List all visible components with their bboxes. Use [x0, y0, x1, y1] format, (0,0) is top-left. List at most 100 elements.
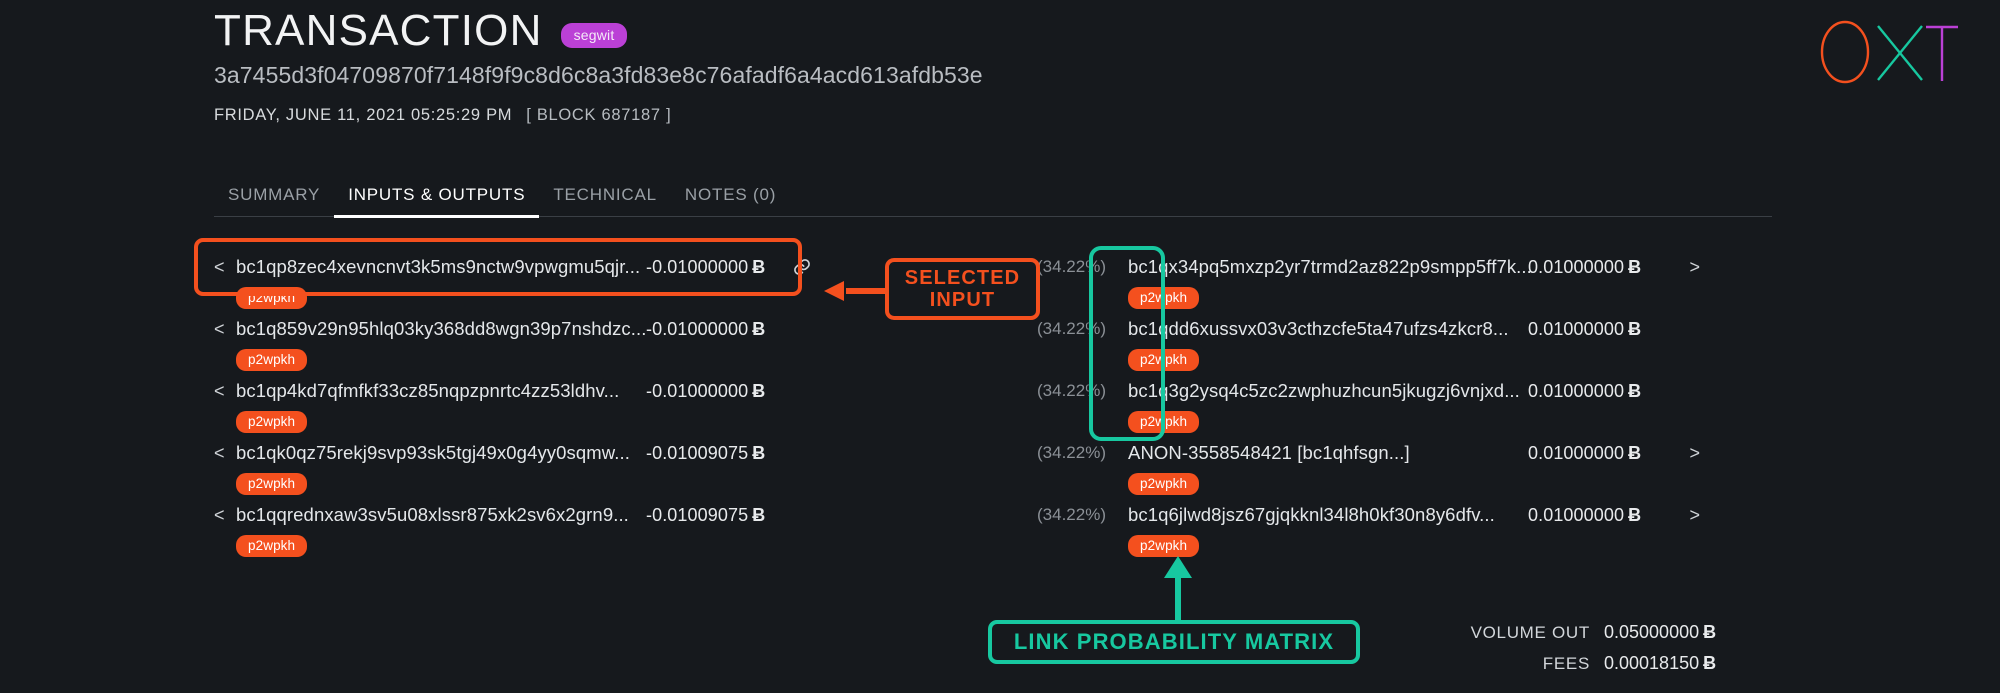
script-type-tag[interactable]: p2wpkh — [236, 473, 307, 495]
table-row[interactable]: < bc1qqrednxaw3sv5u08xlssr875xk2sv6x2grn… — [214, 498, 904, 560]
script-type-tag[interactable]: p2wpkh — [1128, 473, 1199, 495]
tab-summary[interactable]: SUMMARY — [214, 185, 334, 216]
totals-section: VOLUME OUT 0.05000000Ƀ FEES 0.00018150Ƀ — [1471, 622, 1772, 684]
table-row[interactable]: (34.22%) bc1qx34pq5mxzp2yr7trmd2az822p9s… — [1032, 250, 1772, 312]
input-tag-wrap: p2wpkh — [236, 532, 904, 557]
input-amount: -0.01009075Ƀ — [646, 443, 774, 464]
output-address[interactable]: bc1qdd6xussvx03v3cthzcfe5ta47ufzs4zkcr8.… — [1128, 318, 1528, 340]
transaction-page: TRANSACTION segwit 3a7455d3f04709870f714… — [0, 0, 2000, 693]
btc-symbol-icon: Ƀ — [1628, 381, 1641, 401]
script-type-tag[interactable]: p2wpkh — [236, 287, 307, 309]
input-expand-chevron[interactable]: < — [214, 257, 236, 278]
page-title: TRANSACTION — [214, 8, 543, 54]
tab-notes-label: NOTES (0) — [685, 185, 776, 204]
link-probability: (34.22%) — [1032, 319, 1106, 339]
output-address[interactable]: bc1q6jlwd8jsz67gjqkknl34l8h0kf30n8y6dfv.… — [1128, 504, 1528, 526]
script-type-tag[interactable]: p2wpkh — [1128, 535, 1199, 557]
link-probability-matrix-arrow-icon — [1158, 556, 1198, 622]
output-amount-value: 0.01000000 — [1528, 381, 1624, 401]
input-amount-value: -0.01000000 — [646, 381, 748, 401]
input-expand-chevron[interactable]: < — [214, 443, 236, 464]
link-probability: (34.22%) — [1032, 257, 1106, 277]
volume-out-amount: 0.05000000 — [1604, 622, 1699, 642]
volume-out-row: VOLUME OUT 0.05000000Ƀ — [1471, 622, 1772, 643]
output-expand-chevron[interactable]: > — [1678, 257, 1700, 278]
output-amount-value: 0.01000000 — [1528, 319, 1624, 339]
callout-line-1: SELECTED — [905, 267, 1020, 289]
btc-symbol-icon: Ƀ — [752, 319, 765, 339]
tab-technical[interactable]: TECHNICAL — [539, 185, 671, 216]
oxt-logo[interactable] — [1818, 18, 1958, 91]
output-tag-wrap: p2wpkh — [1128, 346, 1772, 371]
outputs-column: (34.22%) bc1qx34pq5mxzp2yr7trmd2az822p9s… — [1032, 250, 1772, 560]
output-tag-wrap: p2wpkh — [1128, 470, 1772, 495]
script-type-tag[interactable]: p2wpkh — [1128, 287, 1199, 309]
input-row-main: < bc1qp4kd7qfmfkf33cz85nqpzpnrtc4zz53ldh… — [214, 374, 904, 408]
volume-out-label: VOLUME OUT — [1471, 623, 1590, 643]
tab-bar: SUMMARY INPUTS & OUTPUTS TECHNICAL NOTES… — [214, 185, 1772, 217]
input-address[interactable]: bc1qp4kd7qfmfkf33cz85nqpzpnrtc4zz53ldhv.… — [236, 380, 646, 402]
output-amount-value: 0.01000000 — [1528, 443, 1624, 463]
output-address[interactable]: ANON-3558548421 [bc1qhfsgn...] — [1128, 442, 1528, 464]
output-tag-wrap: p2wpkh — [1128, 408, 1772, 433]
input-address[interactable]: bc1q859v29n95hlq03ky368dd8wgn39p7nshdzc.… — [236, 318, 646, 340]
table-row[interactable]: (34.22%) ANON-3558548421 [bc1qhfsgn...] … — [1032, 436, 1772, 498]
input-row-main: < bc1q859v29n95hlq03ky368dd8wgn39p7nshdz… — [214, 312, 904, 346]
block-height[interactable]: [ BLOCK 687187 ] — [526, 106, 671, 124]
output-amount: 0.01000000Ƀ — [1528, 257, 1678, 278]
input-expand-chevron[interactable]: < — [214, 319, 236, 340]
transaction-id[interactable]: 3a7455d3f04709870f7148f9f9c8d6c8a3fd83e8… — [214, 62, 983, 89]
input-amount-value: -0.01000000 — [646, 257, 748, 277]
tab-notes[interactable]: NOTES (0) — [671, 185, 790, 216]
output-amount-value: 0.01000000 — [1528, 257, 1624, 277]
output-address[interactable]: bc1q3g2ysq4c5zc2zwphuzhcun5jkugzj6vnjxd.… — [1128, 380, 1528, 402]
output-address[interactable]: bc1qx34pq5mxzp2yr7trmd2az822p9smpp5ff7k.… — [1128, 256, 1528, 278]
table-row[interactable]: < bc1qk0qz75rekj9svp93sk5tgj49x0g4yy0sqm… — [214, 436, 904, 498]
input-amount: -0.01000000Ƀ — [646, 319, 774, 340]
volume-out-value: 0.05000000Ƀ — [1604, 622, 1772, 643]
tab-inputs-outputs-label: INPUTS & OUTPUTS — [348, 185, 525, 204]
output-amount: 0.01000000Ƀ — [1528, 319, 1678, 340]
inputs-column: < bc1qp8zec4xevncnvt3k5ms9nctw9vpwgmu5qj… — [214, 250, 904, 560]
table-row[interactable]: < bc1qp4kd7qfmfkf33cz85nqpzpnrtc4zz53ldh… — [214, 374, 904, 436]
table-row[interactable]: < bc1q859v29n95hlq03ky368dd8wgn39p7nshdz… — [214, 312, 904, 374]
input-tag-wrap: p2wpkh — [236, 284, 904, 309]
script-type-tag[interactable]: p2wpkh — [1128, 411, 1199, 433]
input-amount: -0.01000000Ƀ — [646, 257, 774, 278]
input-tag-wrap: p2wpkh — [236, 470, 904, 495]
chain-link-icon[interactable] — [792, 257, 812, 277]
script-type-tag[interactable]: p2wpkh — [1128, 349, 1199, 371]
input-amount-value: -0.01009075 — [646, 443, 748, 463]
input-address[interactable]: bc1qp8zec4xevncnvt3k5ms9nctw9vpwgmu5qjr.… — [236, 256, 646, 278]
btc-symbol-icon: Ƀ — [752, 257, 765, 277]
input-row-main: < bc1qqrednxaw3sv5u08xlssr875xk2sv6x2grn… — [214, 498, 904, 532]
input-amount-value: -0.01000000 — [646, 319, 748, 339]
output-amount: 0.01000000Ƀ — [1528, 443, 1678, 464]
input-address[interactable]: bc1qk0qz75rekj9svp93sk5tgj49x0g4yy0sqmw.… — [236, 442, 646, 464]
script-type-tag[interactable]: p2wpkh — [236, 411, 307, 433]
output-row-main: (34.22%) bc1qdd6xussvx03v3cthzcfe5ta47uf… — [1032, 312, 1772, 346]
table-row[interactable]: (34.22%) bc1qdd6xussvx03v3cthzcfe5ta47uf… — [1032, 312, 1772, 374]
table-row[interactable]: < bc1qp8zec4xevncnvt3k5ms9nctw9vpwgmu5qj… — [214, 250, 904, 312]
input-row-main: < bc1qk0qz75rekj9svp93sk5tgj49x0g4yy0sqm… — [214, 436, 904, 470]
output-expand-chevron[interactable]: > — [1678, 505, 1700, 526]
script-type-tag[interactable]: p2wpkh — [236, 349, 307, 371]
tab-summary-label: SUMMARY — [228, 185, 320, 204]
input-address[interactable]: bc1qqrednxaw3sv5u08xlssr875xk2sv6x2grn9.… — [236, 504, 646, 526]
output-expand-chevron[interactable]: > — [1678, 443, 1700, 464]
fees-amount: 0.00018150 — [1604, 653, 1699, 673]
btc-symbol-icon: Ƀ — [752, 443, 765, 463]
table-row[interactable]: (34.22%) bc1q6jlwd8jsz67gjqkknl34l8h0kf3… — [1032, 498, 1772, 560]
script-type-tag[interactable]: p2wpkh — [236, 535, 307, 557]
input-expand-chevron[interactable]: < — [214, 505, 236, 526]
table-row[interactable]: (34.22%) bc1q3g2ysq4c5zc2zwphuzhcun5jkug… — [1032, 374, 1772, 436]
btc-symbol-icon: Ƀ — [1628, 443, 1641, 463]
tab-inputs-outputs[interactable]: INPUTS & OUTPUTS — [334, 185, 539, 216]
fees-row: FEES 0.00018150Ƀ — [1471, 653, 1772, 674]
btc-symbol-icon: Ƀ — [752, 505, 765, 525]
input-expand-chevron[interactable]: < — [214, 381, 236, 402]
btc-symbol-icon: Ƀ — [1628, 505, 1641, 525]
input-tag-wrap: p2wpkh — [236, 346, 904, 371]
output-row-main: (34.22%) bc1q6jlwd8jsz67gjqkknl34l8h0kf3… — [1032, 498, 1772, 532]
lpm-callout-label: LINK PROBABILITY MATRIX — [1014, 630, 1334, 655]
